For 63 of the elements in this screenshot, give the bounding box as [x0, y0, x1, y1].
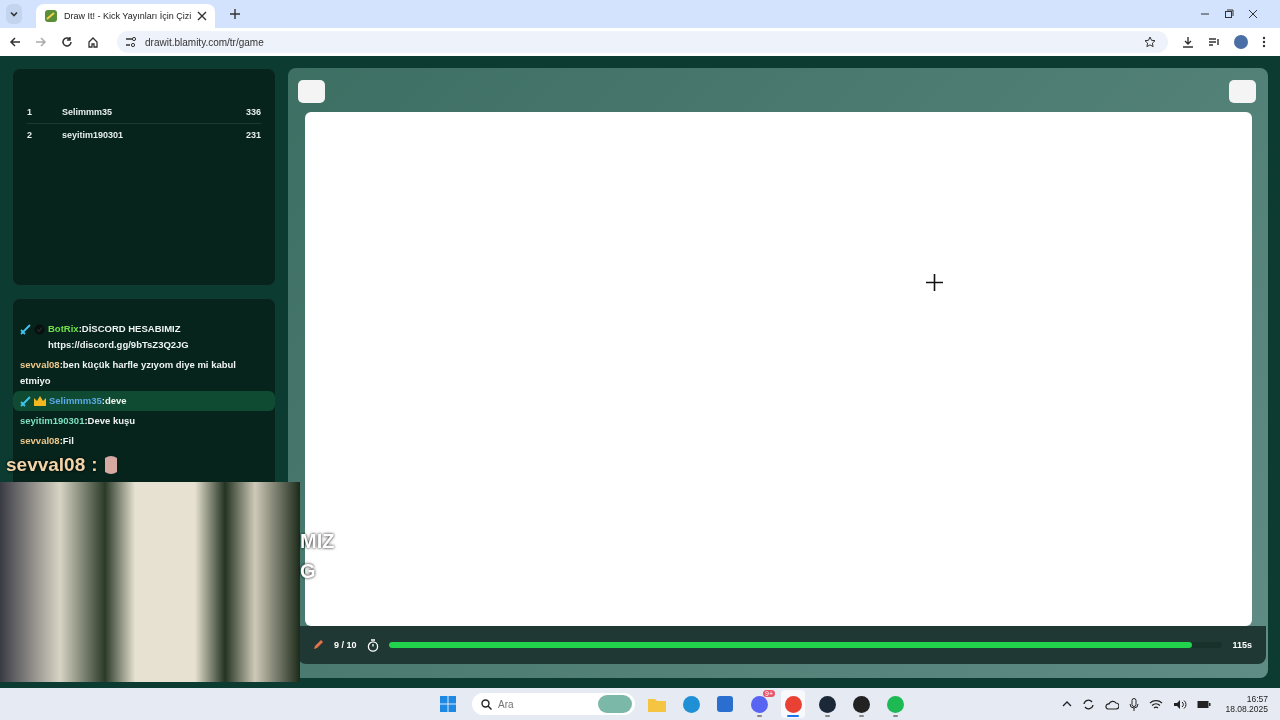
- rank-number: 2: [27, 130, 33, 140]
- star-icon[interactable]: [1144, 36, 1156, 48]
- chevron-down-icon: [9, 9, 19, 19]
- search-icon: [481, 698, 492, 710]
- sword-icon: [20, 396, 31, 407]
- app-icon: [784, 695, 802, 713]
- app-icon: [682, 695, 700, 713]
- pencil-icon: [312, 639, 324, 651]
- chat-message: sevval08:Fil: [20, 434, 75, 448]
- battery-icon[interactable]: [1197, 699, 1212, 709]
- start-icon[interactable]: [440, 696, 456, 712]
- tab-list-button[interactable]: [6, 4, 22, 24]
- player-name: Selimmm35: [62, 107, 114, 117]
- playlist-icon[interactable]: [1208, 36, 1220, 48]
- browser-tab[interactable]: Draw It! - Kick Yayınları İçin Çizi: [36, 4, 216, 28]
- app-icon: [886, 695, 904, 713]
- folder-icon: [648, 696, 666, 712]
- home-icon[interactable]: [87, 36, 99, 48]
- app-icon: [818, 695, 836, 713]
- app-icon: [852, 695, 870, 713]
- chat-message: seyitim190301:Deve kuşu: [20, 414, 137, 428]
- menu-icon[interactable]: [1262, 36, 1266, 48]
- close-icon[interactable]: [197, 11, 208, 21]
- tab-title: Draw It! - Kick Yayınları İçin Çizi: [64, 11, 192, 21]
- address-bar[interactable]: drawit.blamity.com/tr/game: [117, 31, 1168, 53]
- new-tab-icon[interactable]: [229, 8, 242, 20]
- store-icon: [717, 696, 733, 712]
- crown-icon: [34, 396, 46, 406]
- site-settings-icon[interactable]: [125, 36, 137, 48]
- download-icon[interactable]: [1182, 36, 1194, 48]
- chat-message: sevval08:ben küçük harfle yzıyom diye mi kabul etmiyo: [20, 358, 237, 388]
- back-icon[interactable]: [9, 36, 21, 48]
- close-icon[interactable]: [1248, 9, 1258, 19]
- avatar-icon[interactable]: [1234, 35, 1248, 49]
- sword-icon: [20, 324, 31, 335]
- wifi-icon[interactable]: [1149, 698, 1164, 710]
- verified-icon: [34, 324, 45, 335]
- player-score: 231: [245, 130, 261, 140]
- speaker-icon[interactable]: [1173, 698, 1188, 710]
- player-name: seyitim190301: [62, 130, 125, 140]
- stopwatch-icon: [366, 638, 379, 652]
- chevron-up-icon[interactable]: [1062, 699, 1073, 709]
- reload-icon[interactable]: [61, 36, 73, 48]
- overlay-username: sevval08: [6, 454, 86, 476]
- clock-time: 16:57: [1246, 694, 1268, 704]
- app-icon: [750, 695, 768, 713]
- rank-number: 1: [27, 107, 33, 117]
- chat-message: Selimmm35:deve: [49, 394, 128, 408]
- microphone-icon[interactable]: [1129, 697, 1140, 711]
- overlay-separator: :: [91, 454, 98, 476]
- round-counter: 9 / 10: [334, 640, 357, 650]
- player-score: 336: [245, 107, 261, 117]
- sync-icon[interactable]: [1082, 697, 1096, 711]
- tool-button[interactable]: [1229, 80, 1256, 103]
- restore-icon[interactable]: [1224, 9, 1234, 19]
- favicon-icon: [44, 9, 58, 23]
- crosshair-cursor-icon: [926, 274, 943, 291]
- clock-date: 18.08.2025: [1225, 704, 1268, 714]
- time-remaining: 115s: [1232, 640, 1252, 650]
- tool-button[interactable]: [298, 80, 325, 103]
- chat-message: BotRix:DİSCORD HESABIMIZ https://discord.gg/9bTsZ3Q2JG: [48, 322, 190, 352]
- url-text: drawit.blamity.com/tr/game: [145, 36, 264, 48]
- cloud-icon[interactable]: [1105, 698, 1120, 710]
